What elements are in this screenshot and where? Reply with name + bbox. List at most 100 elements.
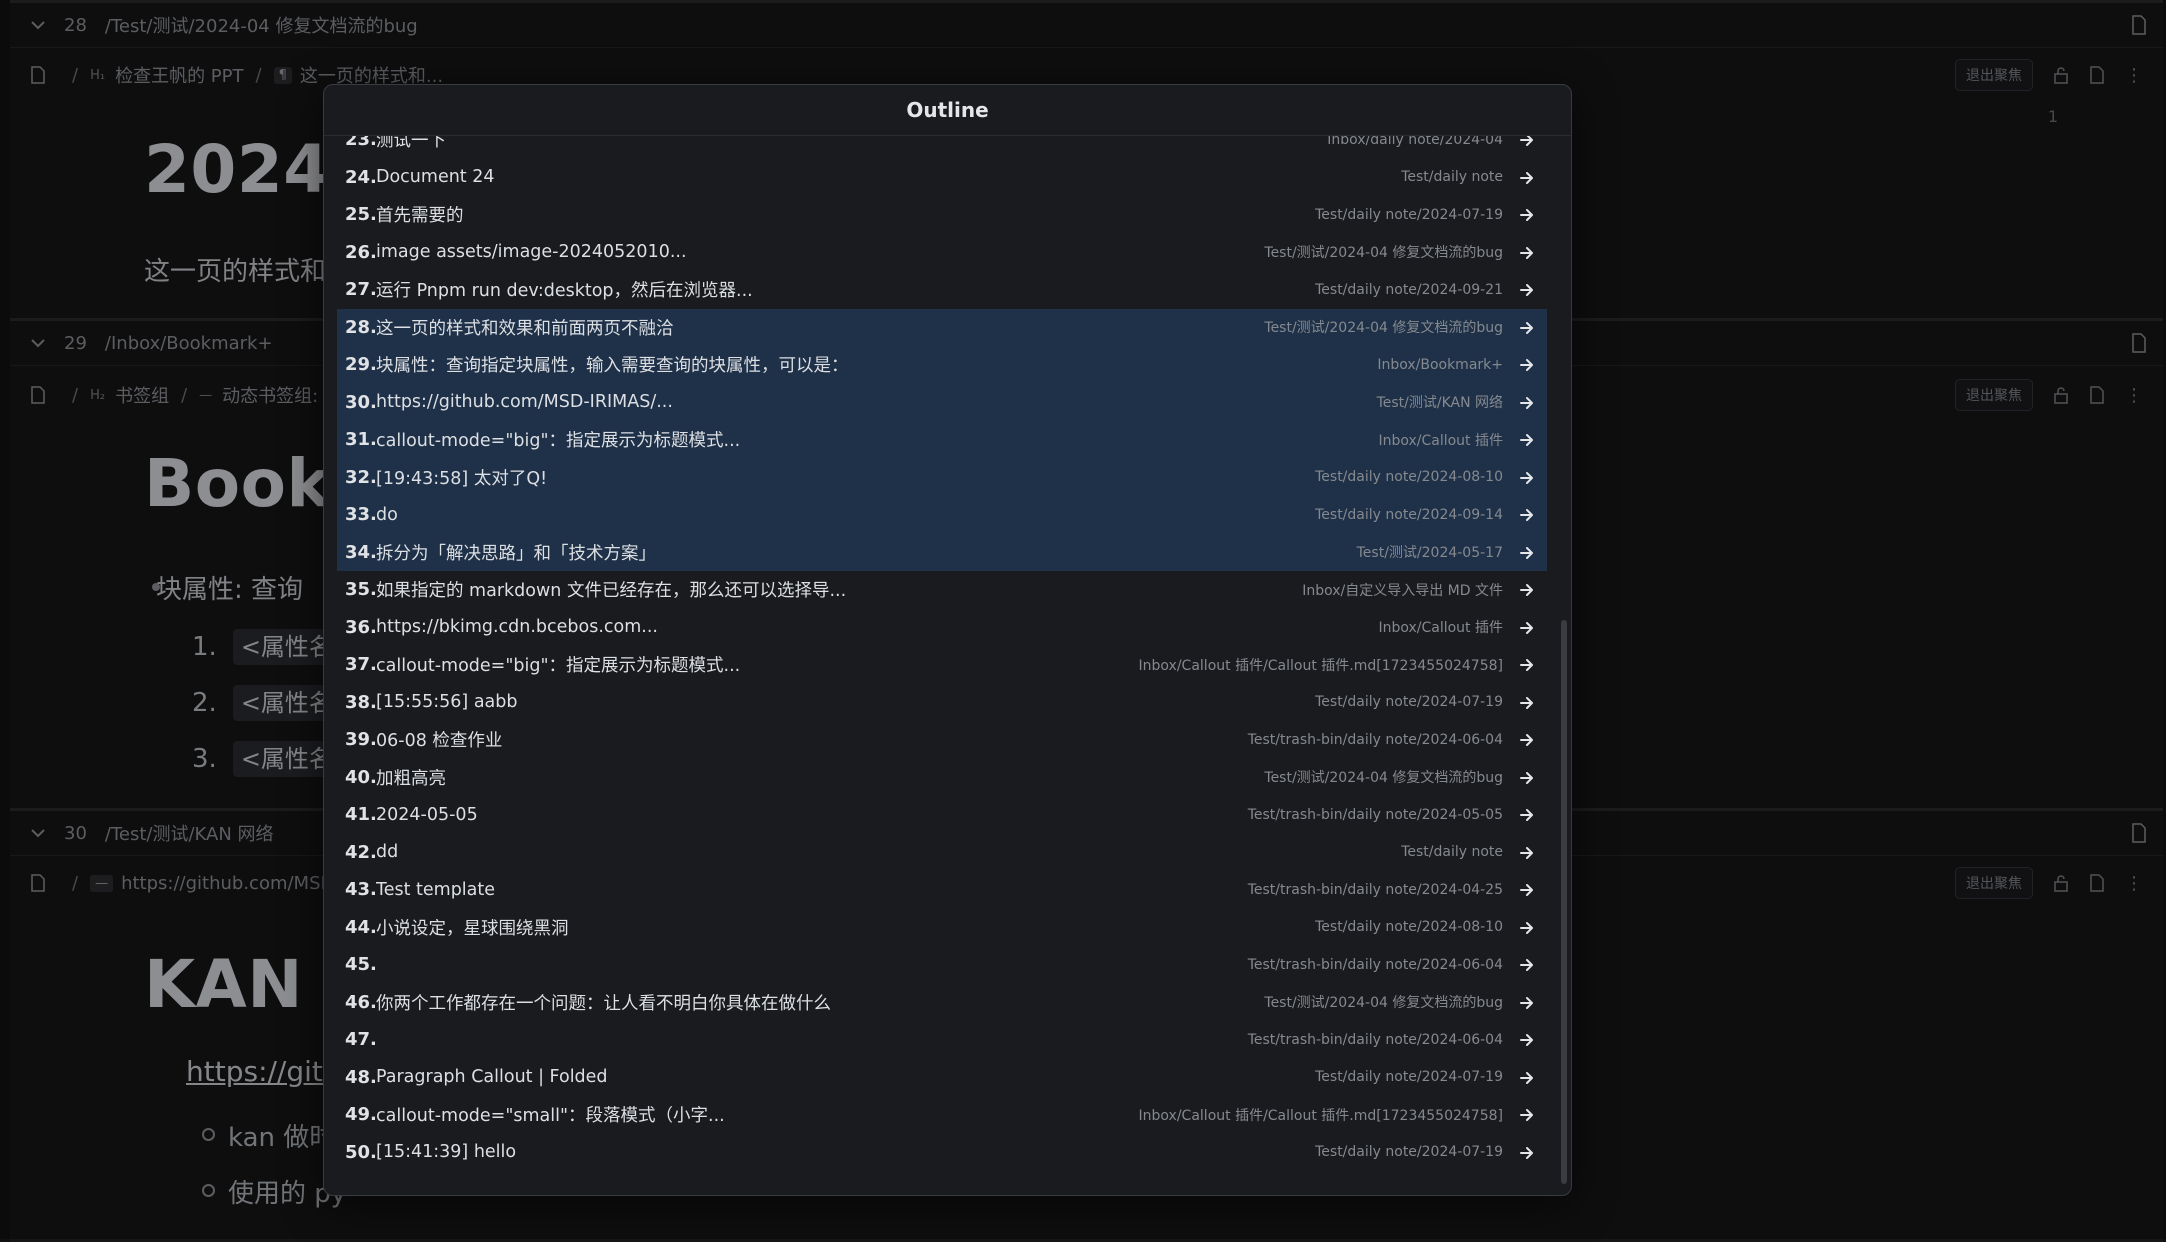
outline-item[interactable]: 36. https://bkimg.cdn.bcebos.com... Inbo…: [337, 609, 1547, 647]
arrow-right-icon[interactable]: [1518, 1144, 1536, 1162]
arrow-right-icon[interactable]: [1518, 1031, 1536, 1049]
arrow-right-icon[interactable]: [1518, 136, 1536, 149]
exit-focus-button[interactable]: 退出聚焦: [1955, 867, 2033, 899]
outline-item[interactable]: 50. [15:41:39] hello Test/daily note/202…: [337, 1134, 1547, 1172]
arrow-right-icon[interactable]: [1518, 806, 1536, 824]
outline-item[interactable]: 27. 运行 Pnpm run dev:desktop，然后在浏览器... Te…: [337, 271, 1547, 309]
outline-item-number: 27.: [345, 279, 377, 301]
outline-item-number: 31.: [345, 429, 377, 451]
outline-item[interactable]: 37. callout-mode="big"：指定展示为标题模式... Inbo…: [337, 646, 1547, 684]
file-icon[interactable]: [2131, 823, 2147, 843]
outline-item[interactable]: 33. do Test/daily note/2024-09-14: [337, 496, 1547, 534]
breadcrumb-heading[interactable]: 检查王帆的 PPT: [115, 62, 243, 88]
arrow-right-icon[interactable]: [1518, 994, 1536, 1012]
outline-item-number: 38.: [345, 691, 377, 713]
outline-item-path: Test/daily note/2024-08-10: [1315, 469, 1503, 486]
document-icon[interactable]: [30, 386, 46, 404]
list-icon: —: [90, 874, 114, 892]
arrow-right-icon[interactable]: [1518, 169, 1536, 187]
arrow-right-icon[interactable]: [1518, 581, 1536, 599]
outline-item[interactable]: 23. 测试一下 Inbox/daily note/2024-04: [337, 136, 1547, 159]
arrow-right-icon[interactable]: [1518, 319, 1536, 337]
document-icon[interactable]: [2089, 874, 2105, 892]
outline-item[interactable]: 30. https://github.com/MSD-IRIMAS/... Te…: [337, 383, 1547, 421]
outline-item[interactable]: 31. callout-mode="big"：指定展示为标题模式... Inbo…: [337, 421, 1547, 459]
arrow-right-icon[interactable]: [1518, 619, 1536, 637]
arrow-right-icon[interactable]: [1518, 506, 1536, 524]
document-icon[interactable]: [30, 66, 46, 84]
outline-item-path: Inbox/Callout 插件/Callout 插件.md[172345502…: [1138, 1107, 1503, 1124]
arrow-right-icon[interactable]: [1518, 206, 1536, 224]
exit-focus-button[interactable]: 退出聚焦: [1955, 59, 2033, 91]
document-link[interactable]: https://gith: [186, 1055, 341, 1088]
outline-item[interactable]: 42. dd Test/daily note: [337, 834, 1547, 872]
arrow-right-icon[interactable]: [1518, 431, 1536, 449]
outline-item-number: 47.: [345, 1029, 377, 1051]
arrow-right-icon[interactable]: [1518, 356, 1536, 374]
arrow-right-icon[interactable]: [1518, 394, 1536, 412]
chevron-down-icon[interactable]: [28, 15, 48, 35]
document-icon[interactable]: [2089, 386, 2105, 404]
outline-item-path: Test/daily note/2024-07-19: [1315, 1144, 1503, 1161]
breadcrumb-separator: /: [255, 64, 262, 86]
arrow-right-icon[interactable]: [1518, 844, 1536, 862]
outline-item[interactable]: 35. 如果指定的 markdown 文件已经存在，那么还可以选择导... In…: [337, 571, 1547, 609]
ordered-item-number: 3.: [192, 744, 217, 774]
outline-item[interactable]: 39. 06-08 检查作业 Test/trash-bin/daily note…: [337, 721, 1547, 759]
arrow-right-icon[interactable]: [1518, 769, 1536, 787]
outline-item[interactable]: 25. 首先需要的 Test/daily note/2024-07-19: [337, 196, 1547, 234]
outline-item-number: 24.: [345, 166, 377, 188]
outline-item[interactable]: 49. callout-mode="small"：段落模式（小字... Inbo…: [337, 1096, 1547, 1134]
exit-focus-button[interactable]: 退出聚焦: [1955, 379, 2033, 411]
outline-item[interactable]: 24. Document 24 Test/daily note: [337, 159, 1547, 197]
unlock-icon[interactable]: [2053, 66, 2069, 84]
chevron-down-icon[interactable]: [28, 333, 48, 353]
outline-item[interactable]: 40. 加粗高亮 Test/测试/2024-04 修复文档流的bug: [337, 759, 1547, 797]
scrollbar[interactable]: [1561, 620, 1567, 1184]
arrow-right-icon[interactable]: [1518, 656, 1536, 674]
ordered-item-number: 2.: [192, 688, 217, 718]
file-icon[interactable]: [2131, 333, 2147, 353]
document-icon[interactable]: [30, 874, 46, 892]
outline-item-text: 加粗高亮: [376, 768, 446, 789]
arrow-right-icon[interactable]: [1518, 281, 1536, 299]
arrow-right-icon[interactable]: [1518, 244, 1536, 262]
arrow-right-icon[interactable]: [1518, 469, 1536, 487]
outline-item[interactable]: 29. 块属性：查询指定块属性，输入需要查询的块属性，可以是： Inbox/Bo…: [337, 346, 1547, 384]
outline-item[interactable]: 48. Paragraph Callout | Folded Test/dail…: [337, 1059, 1547, 1097]
outline-item[interactable]: 45. Test/trash-bin/daily note/2024-06-04: [337, 946, 1547, 984]
chevron-down-icon[interactable]: [28, 823, 48, 843]
panel-number: 28: [64, 14, 87, 36]
unlock-icon[interactable]: [2053, 386, 2069, 404]
outline-item-text: 拆分为「解决思路」和「技术方案」: [376, 543, 656, 564]
outline-item[interactable]: 41. 2024-05-05 Test/trash-bin/daily note…: [337, 796, 1547, 834]
arrow-right-icon[interactable]: [1518, 919, 1536, 937]
arrow-right-icon[interactable]: [1518, 731, 1536, 749]
unlock-icon[interactable]: [2053, 874, 2069, 892]
outline-item-text: 这一页的样式和效果和前面两页不融洽: [376, 318, 674, 339]
arrow-right-icon[interactable]: [1518, 956, 1536, 974]
arrow-right-icon[interactable]: [1518, 1069, 1536, 1087]
outline-item[interactable]: 44. 小说设定，星球围绕黑洞 Test/daily note/2024-08-…: [337, 909, 1547, 947]
panel-header[interactable]: 28 /Test/测试/2024-04 修复文档流的bug: [10, 3, 2163, 48]
more-menu-icon[interactable]: ⋮: [2125, 385, 2143, 406]
file-icon[interactable]: [2131, 15, 2147, 35]
arrow-right-icon[interactable]: [1518, 694, 1536, 712]
more-menu-icon[interactable]: ⋮: [2125, 873, 2143, 894]
outline-item[interactable]: 47. Test/trash-bin/daily note/2024-06-04: [337, 1021, 1547, 1059]
outline-item[interactable]: 43. Test template Test/trash-bin/daily n…: [337, 871, 1547, 909]
document-icon[interactable]: [2089, 66, 2105, 84]
outline-item-path: Test/trash-bin/daily note/2024-06-04: [1247, 956, 1503, 973]
outline-item[interactable]: 28. 这一页的样式和效果和前面两页不融洽 Test/测试/2024-04 修复…: [337, 308, 1547, 346]
more-menu-icon[interactable]: ⋮: [2125, 65, 2143, 86]
outline-item[interactable]: 38. [15:55:56] aabb Test/daily note/2024…: [337, 684, 1547, 722]
arrow-right-icon[interactable]: [1518, 544, 1536, 562]
arrow-right-icon[interactable]: [1518, 881, 1536, 899]
outline-item-number: 50.: [345, 1141, 377, 1163]
outline-item[interactable]: 34. 拆分为「解决思路」和「技术方案」 Test/测试/2024-05-17: [337, 533, 1547, 571]
breadcrumb-heading[interactable]: 书签组: [115, 382, 169, 408]
arrow-right-icon[interactable]: [1518, 1106, 1536, 1124]
outline-item[interactable]: 26. image assets/image-2024052010... Tes…: [337, 234, 1547, 272]
outline-item[interactable]: 32. [19:43:58] 太对了Q! Test/daily note/202…: [337, 458, 1547, 496]
outline-item[interactable]: 46. 你两个工作都存在一个问题：让人看不明白你具体在做什么 Test/测试/2…: [337, 984, 1547, 1022]
